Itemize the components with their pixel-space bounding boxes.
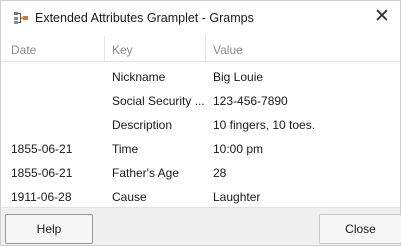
key-cell: Nickname xyxy=(112,70,166,84)
column-header-date[interactable]: Date xyxy=(11,43,36,57)
table-row[interactable]: 1911-06-28 Cause Laughter xyxy=(1,186,400,209)
value-cell: 123-456-7890 xyxy=(213,94,288,108)
help-button[interactable]: Help xyxy=(5,214,93,244)
key-cell: Cause xyxy=(112,190,147,204)
gramplet-window: Extended Attributes Gramplet - Gramps ✕ … xyxy=(0,0,401,246)
table-row[interactable]: 1855-06-21 Father's Age 28 xyxy=(1,162,400,185)
close-icon[interactable]: ✕ xyxy=(370,6,394,30)
attributes-table: Date Key Value Nickname Big Louie Social… xyxy=(1,36,400,206)
key-cell: Time xyxy=(112,142,139,156)
key-cell: Social Security ... xyxy=(112,94,204,108)
title-bar: Extended Attributes Gramplet - Gramps ✕ xyxy=(1,1,400,35)
column-divider[interactable] xyxy=(205,36,206,62)
column-divider[interactable] xyxy=(104,36,105,62)
value-cell: 28 xyxy=(213,166,227,180)
close-button[interactable]: Close xyxy=(319,214,401,244)
table-row[interactable]: Social Security ... 123-456-7890 xyxy=(1,90,400,113)
window-title: Extended Attributes Gramplet - Gramps xyxy=(35,11,254,25)
value-cell: 10 fingers, 10 toes. xyxy=(213,118,316,132)
key-cell: Father's Age xyxy=(112,166,179,180)
key-cell: Description xyxy=(112,118,173,132)
value-cell: Laughter xyxy=(213,190,261,204)
date-cell: 1855-06-21 xyxy=(11,166,73,180)
table-row[interactable]: 1855-06-21 Time 10:00 pm xyxy=(1,138,400,161)
button-bar: Help Close xyxy=(1,207,401,245)
table-row[interactable]: Nickname Big Louie xyxy=(1,66,400,89)
column-header-value[interactable]: Value xyxy=(213,43,243,57)
date-cell: 1911-06-28 xyxy=(11,190,72,204)
column-header-key[interactable]: Key xyxy=(112,43,133,57)
value-cell: 10:00 pm xyxy=(213,142,264,156)
table-row[interactable]: Description 10 fingers, 10 toes. xyxy=(1,114,400,137)
value-cell: Big Louie xyxy=(213,70,264,84)
gramps-app-icon xyxy=(13,11,29,25)
table-header: Date Key Value xyxy=(1,36,400,62)
date-cell: 1855-06-21 xyxy=(11,142,73,156)
